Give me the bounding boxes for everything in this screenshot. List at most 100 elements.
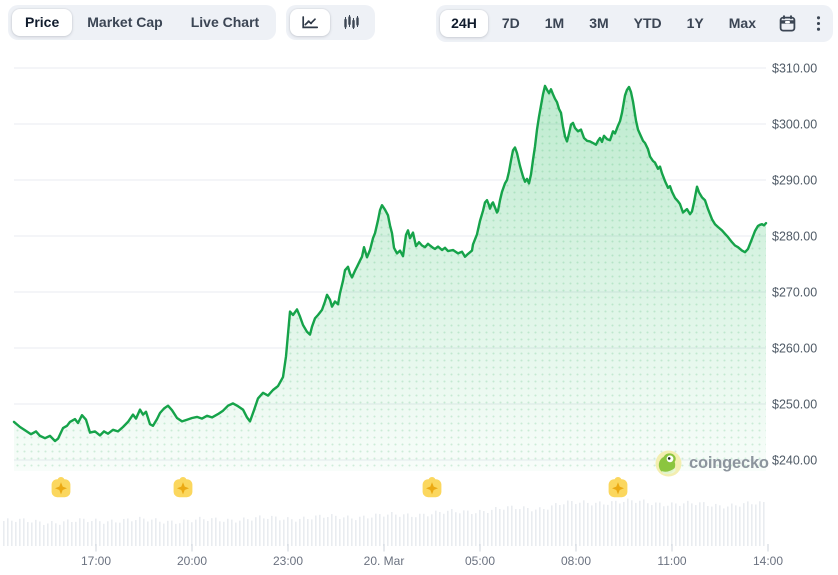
volume-bar [699, 502, 701, 546]
tab-market-cap[interactable]: Market Cap [74, 9, 175, 36]
volume-bar [407, 513, 409, 546]
event-markers [52, 477, 628, 497]
volume-bar [707, 506, 709, 546]
volume-bar [235, 523, 237, 546]
range-1m[interactable]: 1M [534, 10, 575, 37]
x-tick-label: 08:00 [561, 554, 591, 568]
volume-bar [71, 522, 73, 546]
volume-bar [355, 520, 357, 546]
volume-bar [155, 518, 157, 546]
volume-bar [447, 511, 449, 546]
range-1y[interactable]: 1Y [676, 10, 715, 37]
volume-bar [531, 511, 533, 546]
volume-bar [239, 521, 241, 546]
volume-bar [91, 521, 93, 546]
range-ytd[interactable]: YTD [623, 10, 673, 37]
volume-bar [679, 506, 681, 546]
tab-live-chart[interactable]: Live Chart [178, 9, 272, 36]
volume-bar [551, 505, 553, 546]
volume-bar [559, 505, 561, 546]
volume-bar [79, 518, 81, 546]
volume-bar [399, 517, 401, 546]
volume-bar [443, 514, 445, 546]
volume-bar [411, 517, 413, 546]
volume-bar [27, 522, 29, 546]
coingecko-logo-icon [655, 450, 682, 477]
range-selector: 24H 7D 1M 3M YTD 1Y Max [436, 5, 833, 42]
candle-chart-type-button[interactable] [332, 9, 371, 36]
volume-bar [611, 501, 613, 546]
volume-bar [463, 510, 465, 546]
volume-bar [55, 523, 57, 546]
volume-bar [539, 507, 541, 546]
range-24h[interactable]: 24H [440, 10, 488, 37]
calendar-button[interactable] [770, 9, 805, 38]
volume-bar [351, 519, 353, 546]
volume-bar [655, 502, 657, 546]
y-tick-label: $280.00 [772, 230, 817, 244]
volume-bar [135, 520, 137, 546]
volume-bar [195, 520, 197, 546]
volume-bars [3, 499, 765, 546]
volume-bar [439, 512, 441, 546]
volume-bar [455, 512, 457, 546]
volume-bar [763, 502, 765, 546]
line-chart-icon [300, 14, 320, 31]
x-tick-label: 05:00 [465, 554, 495, 568]
volume-bar [427, 516, 429, 546]
volume-bar [247, 519, 249, 546]
volume-bar [47, 523, 49, 546]
volume-bar [7, 518, 9, 546]
volume-bar [759, 501, 761, 546]
volume-bar [507, 506, 509, 546]
tab-price[interactable]: Price [12, 9, 72, 36]
volume-bar [319, 515, 321, 546]
volume-bar [271, 516, 273, 546]
line-chart-type-button[interactable] [290, 9, 330, 36]
volume-bar [331, 514, 333, 546]
volume-bar [451, 509, 453, 546]
volume-bar [3, 521, 5, 546]
sparkle-marker[interactable] [174, 477, 193, 497]
volume-bar [59, 525, 61, 546]
volume-bar [467, 511, 469, 546]
volume-bar [483, 511, 485, 546]
volume-bar [339, 519, 341, 546]
volume-bar [659, 503, 661, 546]
chart-type-switch [286, 5, 375, 40]
volume-bar [383, 517, 385, 546]
volume-bar [599, 501, 601, 546]
sparkle-marker[interactable] [423, 477, 442, 497]
volume-bar [359, 517, 361, 546]
volume-bar [363, 516, 365, 546]
volume-bar [683, 503, 685, 546]
coingecko-watermark: coingecko [655, 450, 769, 477]
volume-bar [667, 506, 669, 546]
volume-bar [163, 524, 165, 546]
range-max[interactable]: Max [718, 10, 767, 37]
volume-bar [471, 514, 473, 546]
volume-bar [159, 522, 161, 546]
volume-bar [379, 514, 381, 546]
volume-bar [587, 503, 589, 546]
calendar-icon [778, 14, 797, 33]
volume-bar [403, 514, 405, 546]
sparkle-marker[interactable] [609, 477, 628, 497]
range-7d[interactable]: 7D [491, 10, 531, 37]
volume-bar [743, 503, 745, 546]
volume-bar [535, 510, 537, 546]
range-3m[interactable]: 3M [578, 10, 619, 37]
volume-bar [323, 518, 325, 546]
view-tabs: Price Market Cap Live Chart [8, 5, 276, 40]
volume-bar [715, 504, 717, 546]
volume-bar [727, 507, 729, 546]
volume-bar [731, 504, 733, 546]
volume-bar [651, 505, 653, 546]
x-tick-label: 23:00 [273, 554, 303, 568]
volume-bar [259, 515, 261, 546]
more-options-button[interactable] [808, 10, 829, 37]
price-chart[interactable]: 17:0020:0023:0020. Mar05:0008:0011:0014:… [0, 0, 838, 575]
volume-bar [623, 502, 625, 546]
volume-bar [579, 503, 581, 546]
sparkle-marker[interactable] [52, 477, 71, 497]
